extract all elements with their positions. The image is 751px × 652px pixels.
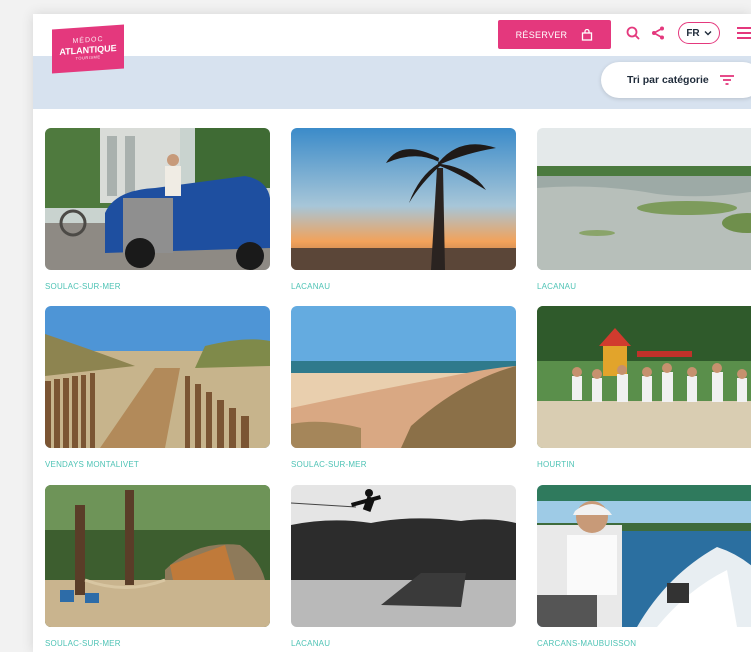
share-icon[interactable] [649, 24, 667, 42]
card-caption: SOULAC-SUR-MER [291, 460, 367, 469]
card-photo-vintage-car [45, 128, 270, 270]
card-caption: SOULAC-SUR-MER [45, 639, 121, 648]
destination-card[interactable]: LACANAU [537, 128, 751, 291]
destination-card[interactable]: LACANAU [291, 128, 516, 291]
destination-card[interactable]: SOULAC-SUR-MER [291, 306, 516, 469]
card-photo-motorboat [537, 485, 751, 627]
card-photo-kids-playground [537, 306, 751, 448]
card-caption: VENDAYS MONTALIVET [45, 460, 139, 469]
language-selector[interactable]: FR [678, 22, 720, 44]
destination-card[interactable]: VENDAYS MONTALIVET [45, 306, 270, 469]
reserve-label: RÉSERVER [515, 29, 568, 40]
card-photo-dune-boardwalk [45, 306, 270, 448]
sort-label: Tri par catégorie [627, 74, 709, 86]
page: RÉSERVER FR MÉDOC ATLANTIQUE TOURISME Tr… [33, 14, 751, 652]
card-photo-marsh-lake [537, 128, 751, 270]
reserve-button[interactable]: RÉSERVER [498, 20, 611, 49]
card-caption: SOULAC-SUR-MER [45, 282, 121, 291]
card-photo-wakeboard-jump [291, 485, 516, 627]
destination-card[interactable]: CARCANS-MAUBUISSON [537, 485, 751, 648]
card-photo-beach-dune [291, 306, 516, 448]
menu-icon[interactable] [736, 25, 751, 41]
card-photo-palm-sunset [291, 128, 516, 270]
bag-icon [582, 28, 593, 41]
filter-icon [719, 75, 734, 85]
card-caption: LACANAU [537, 282, 577, 291]
sort-by-category-button[interactable]: Tri par catégorie [601, 62, 751, 98]
card-caption: LACANAU [291, 282, 331, 291]
card-photo-camping-tent [45, 485, 270, 627]
chevron-down-icon [704, 31, 712, 36]
header: RÉSERVER FR [33, 14, 751, 56]
search-icon[interactable] [624, 24, 642, 42]
logo-line3: TOURISME [75, 54, 101, 61]
language-label: FR [686, 27, 700, 39]
destination-card[interactable]: LACANAU [291, 485, 516, 648]
destination-card[interactable]: SOULAC-SUR-MER [45, 485, 270, 648]
card-caption: LACANAU [291, 639, 331, 648]
destination-card[interactable]: SOULAC-SUR-MER [45, 128, 270, 291]
card-caption: HOURTIN [537, 460, 575, 469]
card-caption: CARCANS-MAUBUISSON [537, 639, 637, 648]
brand-logo[interactable]: MÉDOC ATLANTIQUE TOURISME [52, 24, 124, 74]
destination-card[interactable]: HOURTIN [537, 306, 751, 469]
